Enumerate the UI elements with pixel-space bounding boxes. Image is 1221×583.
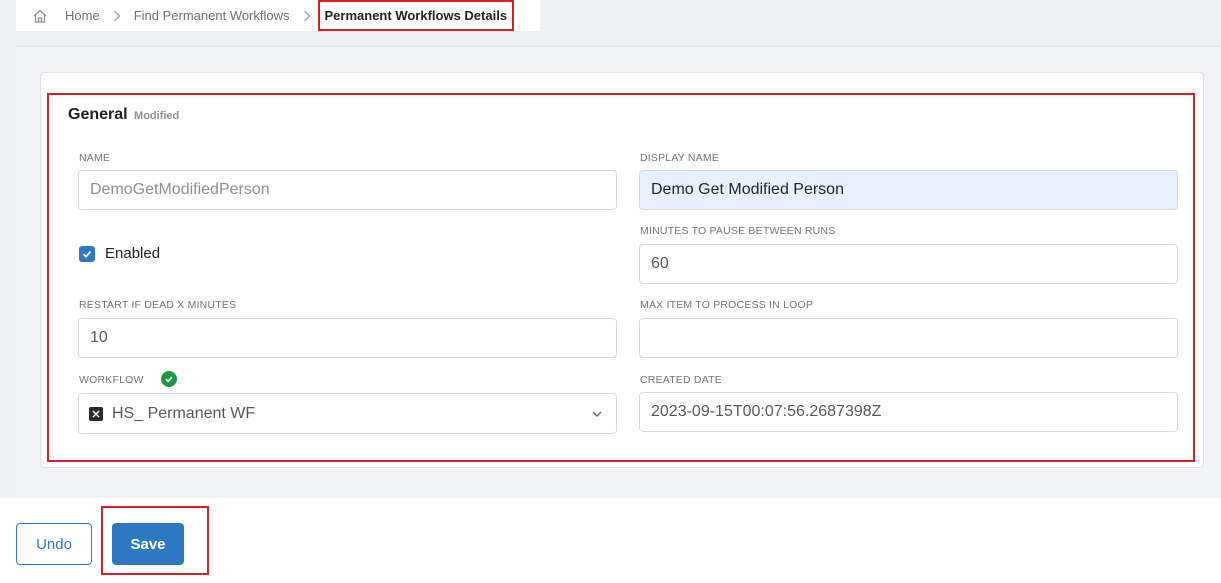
chevron-down-icon[interactable] (591, 407, 603, 425)
name-label: NAME (79, 152, 111, 164)
page: Home Find Permanent Workflows Permanent … (0, 0, 1221, 583)
restart-label: RESTART IF DEAD X MINUTES (79, 299, 237, 311)
undo-button[interactable]: Undo (16, 523, 92, 565)
enabled-checkbox[interactable] (79, 245, 95, 262)
name-field[interactable]: DemoGetModifiedPerson (78, 170, 617, 210)
workflow-label: WORKFLOW (79, 374, 144, 386)
max-item-label: MAX ITEM TO PROCESS IN LOOP (640, 299, 814, 311)
created-date-label: CREATED DATE (640, 374, 722, 386)
section-title-text: General (68, 106, 128, 123)
minutes-pause-label: MINUTES TO PAUSE BETWEEN RUNS (640, 225, 836, 237)
display-name-field[interactable]: Demo Get Modified Person (639, 170, 1178, 210)
created-date-field: 2023-09-15T00:07:56.2687398Z (639, 392, 1178, 432)
enabled-row[interactable]: Enabled (79, 245, 160, 262)
workflow-select[interactable]: HS_ Permanent WF (78, 393, 617, 434)
modified-badge: Modified (134, 110, 180, 122)
clear-icon[interactable] (89, 406, 103, 421)
display-name-label: DISPLAY NAME (640, 152, 720, 164)
chevron-right-icon (303, 10, 311, 22)
breadcrumb: Home Find Permanent Workflows Permanent … (16, 0, 540, 31)
home-icon[interactable] (32, 8, 48, 24)
max-item-field[interactable] (639, 318, 1178, 358)
breadcrumb-current: Permanent Workflows Details (317, 0, 515, 31)
breadcrumb-home[interactable]: Home (65, 8, 100, 23)
breadcrumb-find-workflows[interactable]: Find Permanent Workflows (134, 8, 290, 23)
restart-field[interactable]: 10 (78, 318, 617, 358)
general-card: General Modified NAME DemoGetModifiedPer… (40, 72, 1204, 468)
chevron-right-icon (113, 10, 121, 22)
enabled-label: Enabled (105, 245, 161, 262)
save-button[interactable]: Save (112, 523, 184, 565)
section-title: General Modified (68, 106, 179, 124)
workflow-selected-value: HS_ Permanent WF (112, 404, 256, 422)
main-panel: General Modified NAME DemoGetModifiedPer… (16, 46, 1221, 498)
check-circle-icon (161, 371, 177, 387)
minutes-pause-field[interactable]: 60 (639, 244, 1178, 284)
